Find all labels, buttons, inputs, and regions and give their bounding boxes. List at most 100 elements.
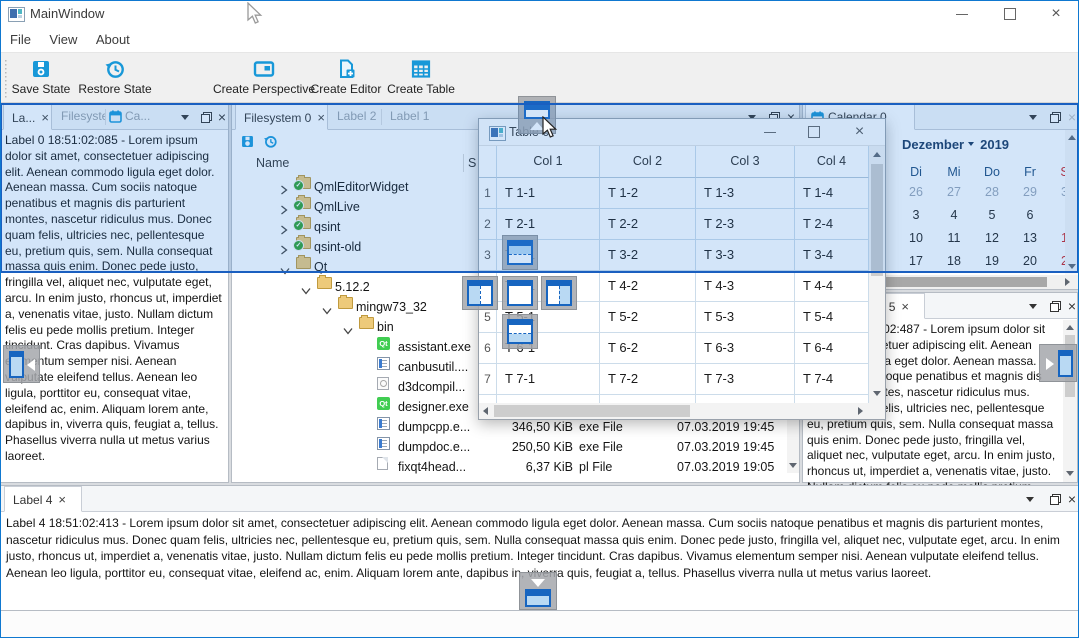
table-cell[interactable]: T 5-2 bbox=[600, 302, 696, 333]
table-cell[interactable]: T 5-3 bbox=[696, 302, 795, 333]
panel-close-button[interactable]: × bbox=[214, 108, 230, 126]
create-table-button[interactable]: Create Table bbox=[386, 55, 456, 102]
calendar-vscrollbar[interactable] bbox=[1065, 130, 1078, 276]
table-cell[interactable]: T 7-2 bbox=[600, 364, 696, 395]
minimize-button[interactable] bbox=[940, 0, 984, 28]
create-editor-button[interactable]: Create Editor bbox=[310, 55, 382, 102]
calendar-date[interactable]: 12 bbox=[973, 227, 1011, 250]
tree-item[interactable]: dumpcpp.e...346,50 KiBexe File07.03.2019… bbox=[233, 417, 785, 437]
menu-file[interactable]: File bbox=[10, 28, 31, 52]
panel-menu-button[interactable] bbox=[1021, 490, 1039, 508]
close-button[interactable]: × bbox=[836, 119, 883, 145]
toolbar-drag-handle[interactable] bbox=[4, 60, 7, 98]
panel-menu-button[interactable] bbox=[176, 108, 194, 126]
column-header-name[interactable]: Name bbox=[256, 153, 289, 173]
scrollbar-thumb[interactable] bbox=[871, 164, 883, 276]
table-cell[interactable]: T 1-4 bbox=[795, 178, 869, 209]
panel-float-button[interactable] bbox=[1045, 108, 1063, 126]
column-header-size[interactable]: Size bbox=[468, 153, 477, 173]
table-cell[interactable]: T 7-1 bbox=[497, 364, 600, 395]
scroll-right-icon[interactable] bbox=[1065, 278, 1070, 286]
scroll-down-icon[interactable] bbox=[1066, 471, 1074, 476]
tab-close-icon[interactable]: × bbox=[58, 492, 66, 507]
calendar-date[interactable]: 4 bbox=[935, 204, 973, 227]
table-cell[interactable]: T 7-4 bbox=[795, 364, 869, 395]
scroll-right-icon[interactable] bbox=[858, 407, 863, 415]
table-column-header[interactable]: Col 4 bbox=[795, 146, 869, 178]
table-cell[interactable]: T 3-4 bbox=[795, 240, 869, 271]
scroll-up-icon[interactable] bbox=[873, 152, 881, 157]
scroll-down-icon[interactable] bbox=[1068, 264, 1076, 269]
column-divider[interactable] bbox=[463, 154, 464, 172]
table-column-header[interactable]: Col 2 bbox=[600, 146, 696, 178]
tab-close-icon[interactable]: × bbox=[41, 110, 49, 125]
scroll-down-icon[interactable] bbox=[789, 463, 797, 468]
calendar-date[interactable]: 29 bbox=[1011, 181, 1049, 204]
scroll-down-icon[interactable] bbox=[873, 391, 881, 396]
calendar-date[interactable]: 26 bbox=[897, 181, 935, 204]
tab-label1[interactable]: Label 1 bbox=[382, 104, 434, 130]
maximize-button[interactable] bbox=[792, 119, 836, 145]
calendar-date[interactable]: 17 bbox=[897, 250, 935, 273]
table-cell[interactable]: T 6-4 bbox=[795, 333, 869, 364]
calendar-date[interactable]: 3 bbox=[897, 204, 935, 227]
table-column-header[interactable]: Col 3 bbox=[696, 146, 795, 178]
close-button[interactable]: × bbox=[1034, 0, 1078, 28]
save-state-button[interactable]: Save State bbox=[8, 55, 74, 102]
calendar-date[interactable]: 13 bbox=[1011, 227, 1049, 250]
table-cell[interactable]: T 7-3 bbox=[696, 364, 795, 395]
calendar-date[interactable]: 6 bbox=[1011, 204, 1049, 227]
panel-close-button[interactable]: × bbox=[1064, 297, 1079, 315]
table-cell[interactable]: T 4-3 bbox=[696, 271, 795, 302]
scroll-up-icon[interactable] bbox=[1066, 325, 1074, 330]
table-cell[interactable]: T 1-1 bbox=[497, 178, 600, 209]
table-cell[interactable]: T 8-4 bbox=[795, 395, 869, 403]
panel-close-button[interactable]: × bbox=[1064, 490, 1079, 508]
panel-float-button[interactable] bbox=[1045, 490, 1063, 508]
drop-indicator-split-left[interactable] bbox=[462, 276, 498, 310]
calendar-date[interactable]: 5 bbox=[973, 204, 1011, 227]
calendar-month-header[interactable]: Dezember2019 bbox=[863, 137, 1048, 152]
drop-indicator-right-edge[interactable] bbox=[1039, 344, 1077, 382]
table-vscrollbar[interactable] bbox=[869, 146, 885, 403]
drop-indicator-bottom-edge[interactable] bbox=[519, 572, 557, 610]
create-perspective-button[interactable]: Create Perspective bbox=[212, 55, 316, 102]
tree-item[interactable]: fixqt4head...6,37 KiBpl File07.03.2019 1… bbox=[233, 457, 785, 477]
table-cell[interactable]: T 6-2 bbox=[600, 333, 696, 364]
menu-about[interactable]: About bbox=[96, 28, 130, 52]
table-cell[interactable]: T 6-3 bbox=[696, 333, 795, 364]
calendar-date[interactable]: 10 bbox=[897, 227, 935, 250]
scroll-left-icon[interactable] bbox=[483, 407, 488, 415]
maximize-button[interactable] bbox=[988, 0, 1032, 28]
table-cell[interactable]: T 3-3 bbox=[696, 240, 795, 271]
scrollbar-thumb[interactable] bbox=[494, 405, 690, 417]
drop-indicator-split-bottom[interactable] bbox=[502, 314, 538, 349]
menu-view[interactable]: View bbox=[49, 28, 77, 52]
table-cell[interactable]: T 2-3 bbox=[696, 209, 795, 240]
restore-state-button[interactable]: Restore State bbox=[76, 55, 154, 102]
table-cell[interactable]: T 3-2 bbox=[600, 240, 696, 271]
table-cell[interactable]: T 5-4 bbox=[795, 302, 869, 333]
tab-label4[interactable]: Label 4× bbox=[4, 486, 82, 512]
calendar-date[interactable]: 27 bbox=[935, 181, 973, 204]
drop-indicator-split-top[interactable] bbox=[502, 235, 538, 270]
calendar-date[interactable]: 18 bbox=[935, 250, 973, 273]
panel-float-button[interactable] bbox=[196, 108, 214, 126]
tab-label0[interactable]: La...× bbox=[3, 104, 52, 130]
calendar-date[interactable]: 19 bbox=[973, 250, 1011, 273]
table-cell[interactable]: T 4-2 bbox=[600, 271, 696, 302]
drop-indicator-split-right[interactable] bbox=[541, 276, 577, 310]
tab-filesystem1[interactable]: Filesyste... bbox=[53, 104, 105, 130]
drop-indicator-left-edge[interactable] bbox=[3, 345, 40, 383]
minimize-button[interactable] bbox=[748, 119, 792, 145]
restore-icon[interactable] bbox=[263, 134, 278, 149]
tree-item[interactable]: dumpdoc.e...250,50 KiBexe File07.03.2019… bbox=[233, 437, 785, 457]
table-cell[interactable]: T 8-3 bbox=[696, 395, 795, 403]
table-cell[interactable]: T 8-2 bbox=[600, 395, 696, 403]
tab-label2[interactable]: Label 2 bbox=[329, 104, 381, 130]
calendar-date[interactable]: 28 bbox=[973, 181, 1011, 204]
table-cell[interactable]: T 4-4 bbox=[795, 271, 869, 302]
panel-float-button[interactable] bbox=[1045, 297, 1063, 315]
tab-close-icon[interactable]: × bbox=[317, 110, 325, 125]
scroll-up-icon[interactable] bbox=[1068, 135, 1076, 140]
